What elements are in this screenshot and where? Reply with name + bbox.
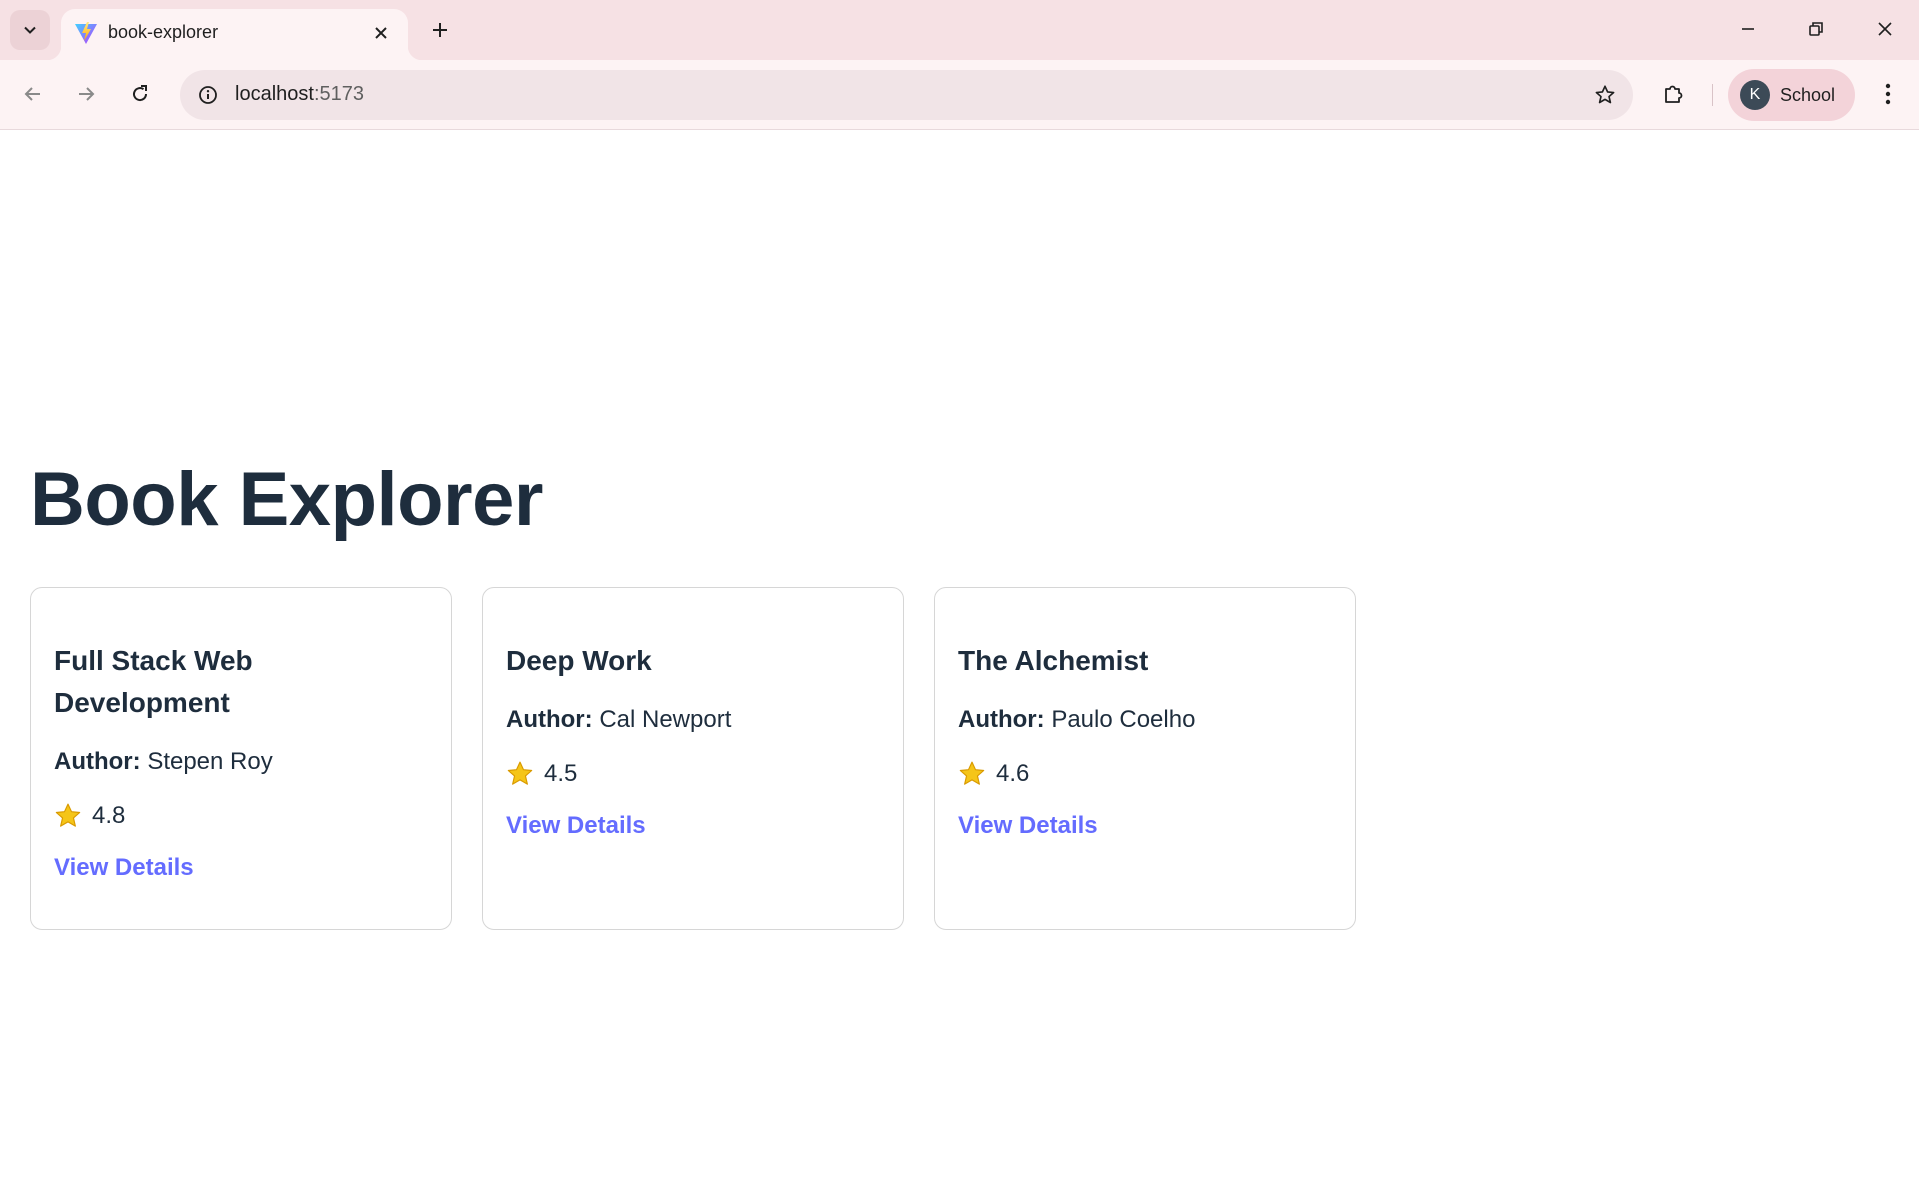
book-rating: 4.5 (506, 760, 880, 788)
chevron-down-icon (24, 26, 36, 34)
book-author: Author: Paulo Coelho (958, 706, 1332, 734)
view-details-link[interactable]: View Details (506, 812, 646, 840)
kebab-menu-icon (1885, 83, 1891, 105)
forward-button[interactable] (64, 72, 108, 116)
page-content: Book Explorer Full Stack Web Development… (0, 131, 1919, 1199)
author-label: Author: (54, 748, 141, 775)
tab-strip: book-explorer (0, 0, 1919, 60)
star-icon (55, 803, 81, 827)
toolbar-separator (1712, 84, 1713, 106)
browser-menu-button[interactable] (1866, 72, 1910, 116)
author-label: Author: (506, 706, 593, 733)
book-list: Full Stack Web Development Author: Stepe… (30, 587, 1356, 930)
author-label: Author: (958, 706, 1045, 733)
profile-button[interactable]: K School (1728, 69, 1855, 121)
restore-button[interactable] (1782, 0, 1850, 58)
tab-search-button[interactable] (10, 10, 50, 50)
tab-close-button[interactable] (366, 18, 396, 48)
bookmark-button[interactable] (1587, 77, 1623, 113)
plus-icon (433, 23, 447, 37)
book-card: Deep Work Author: Cal Newport 4.5 View D… (482, 587, 904, 930)
author-name: Stepen Roy (147, 748, 273, 775)
extensions-button[interactable] (1652, 72, 1696, 116)
arrow-right-icon (79, 87, 95, 101)
rating-value: 4.6 (996, 760, 1030, 787)
book-card: Full Stack Web Development Author: Stepe… (30, 587, 452, 930)
back-button[interactable] (11, 72, 55, 116)
close-window-button[interactable] (1851, 0, 1919, 58)
site-info-button[interactable] (190, 77, 226, 113)
new-tab-button[interactable] (420, 10, 460, 50)
book-card: The Alchemist Author: Paulo Coelho 4.6 V… (934, 587, 1356, 930)
close-icon (375, 27, 387, 39)
minimize-button[interactable] (1714, 0, 1782, 58)
page-title: Book Explorer (30, 457, 543, 542)
vite-logo-icon (75, 22, 97, 44)
reload-button[interactable] (118, 72, 162, 116)
browser-toolbar: localhost:5173 K School (0, 60, 1919, 130)
book-title: Full Stack Web Development (54, 645, 253, 718)
author-name: Cal Newport (599, 706, 732, 733)
avatar: K (1740, 80, 1770, 110)
book-rating: 4.8 (54, 802, 428, 830)
book-title: Deep Work (506, 645, 652, 676)
restore-icon (1809, 22, 1823, 36)
address-bar[interactable]: localhost:5173 (180, 70, 1633, 120)
book-rating: 4.6 (958, 760, 1332, 788)
book-author: Author: Stepen Roy (54, 748, 428, 776)
star-outline-icon (1595, 85, 1615, 104)
active-tab[interactable]: book-explorer (47, 9, 422, 60)
view-details-link[interactable]: View Details (958, 812, 1098, 840)
profile-label: School (1780, 84, 1836, 105)
book-title: The Alchemist (958, 645, 1149, 676)
url-port: :5173 (313, 83, 364, 105)
rating-value: 4.8 (92, 802, 126, 829)
tab-title: book-explorer (108, 22, 219, 42)
url-text: localhost:5173 (235, 83, 364, 106)
author-name: Paulo Coelho (1051, 706, 1196, 733)
minimize-icon (1742, 28, 1754, 30)
puzzle-icon (1665, 85, 1683, 103)
rating-value: 4.5 (544, 760, 578, 787)
reload-icon (133, 85, 148, 102)
arrow-left-icon (24, 87, 40, 101)
star-icon (959, 761, 985, 785)
url-host: localhost (235, 83, 314, 105)
info-icon (199, 86, 217, 104)
close-icon (1878, 22, 1892, 36)
book-author: Author: Cal Newport (506, 706, 880, 734)
star-icon (507, 761, 533, 785)
view-details-link[interactable]: View Details (54, 854, 194, 882)
